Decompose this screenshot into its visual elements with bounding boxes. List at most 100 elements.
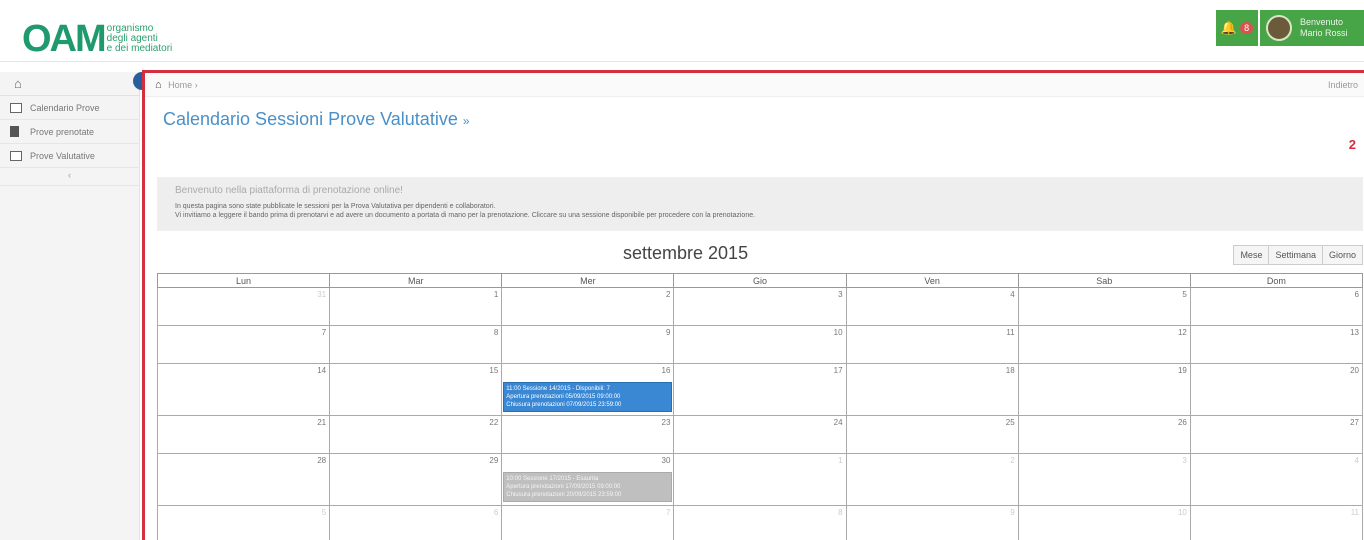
sidebar-item-prove-prenotate[interactable]: Prove prenotate bbox=[0, 120, 139, 144]
sidebar-item-prove-valutative[interactable]: Prove Valutative bbox=[0, 144, 139, 168]
calendar-day[interactable]: 2 bbox=[501, 287, 675, 326]
calendar-day[interactable]: 14 bbox=[156, 363, 331, 416]
sidebar-collapse-toggle[interactable]: ‹ bbox=[0, 168, 139, 186]
day-number: 2 bbox=[1010, 456, 1015, 465]
session-event-full[interactable]: 10:00 Sessione 17/2015 - Esaurita Apertu… bbox=[503, 472, 673, 502]
weekday-header: Lun bbox=[156, 273, 331, 288]
calendar-day[interactable]: 4 bbox=[1189, 453, 1364, 506]
weekday-row: Lun Mar Mer Gio Ven Sab Dom bbox=[156, 273, 1364, 288]
document-icon bbox=[10, 126, 19, 137]
event-line: 10:00 Sessione 17/2015 - Esaurita bbox=[506, 476, 599, 482]
calendar-day[interactable]: 1 bbox=[329, 287, 503, 326]
sidebar-item-label: Calendario Prove bbox=[30, 102, 100, 113]
welcome-alert: Benvenuto nella piattaforma di prenotazi… bbox=[157, 177, 1363, 231]
page-title-suffix: » bbox=[462, 114, 470, 128]
event-line: 11:00 Sessione 14/2015 - Disponibili: 7 bbox=[506, 386, 610, 392]
day-number: 4 bbox=[1354, 456, 1359, 465]
calendar-day[interactable]: 9 bbox=[845, 505, 1019, 540]
calendar-day[interactable]: 13 bbox=[1189, 325, 1364, 364]
day-number: 30 bbox=[661, 456, 671, 465]
calendar-day[interactable]: 5 bbox=[156, 505, 331, 540]
calendar-day[interactable]: 6 bbox=[1189, 287, 1364, 326]
calendar-day[interactable]: 31 bbox=[156, 287, 331, 326]
calendar-day[interactable]: 11 bbox=[1189, 505, 1364, 540]
sidebar-item-calendario-prove[interactable]: Calendario Prove bbox=[0, 96, 139, 120]
calendar-day[interactable]: 10 bbox=[673, 325, 847, 364]
calendar-day[interactable]: 11 bbox=[845, 325, 1019, 364]
logo-line-3: e dei mediatori bbox=[106, 43, 173, 54]
page-title: Calendario Sessioni Prove Valutative » bbox=[163, 109, 470, 130]
sidebar-item-label: Prove prenotate bbox=[30, 126, 95, 137]
logo-text: organismo degli agenti e dei mediatori bbox=[107, 24, 173, 54]
calendar-day[interactable]: 23 bbox=[501, 415, 675, 454]
weekday-header: Gio bbox=[673, 273, 847, 288]
calendar-day[interactable]: 29 bbox=[329, 453, 503, 506]
day-number: 29 bbox=[489, 456, 499, 465]
notifications-button[interactable]: 🔔 8 bbox=[1216, 10, 1258, 46]
calendar-day[interactable]: 30 10:00 Sessione 17/2015 - Esaurita Ape… bbox=[501, 453, 675, 506]
calendar-day[interactable]: 20 bbox=[1189, 363, 1364, 416]
page-title-text: Calendario Sessioni Prove Valutative bbox=[163, 109, 458, 129]
weekday-header: Mer bbox=[501, 273, 675, 288]
calendar-day[interactable]: 4 bbox=[845, 287, 1019, 326]
day-number: 18 bbox=[1005, 366, 1015, 375]
top-header: OAM organismo degli agenti e dei mediato… bbox=[0, 0, 1364, 62]
calendar-day[interactable]: 8 bbox=[673, 505, 847, 540]
calendar-icon bbox=[10, 102, 22, 113]
event-line: Apertura prenotazioni 17/09/2015 09:00:0… bbox=[506, 484, 621, 490]
breadcrumb: ⌂ Home › Indietro bbox=[145, 73, 1364, 97]
calendar-week: 21 22 23 24 25 26 27 bbox=[156, 415, 1364, 454]
calendar-day[interactable]: 12 bbox=[1017, 325, 1191, 364]
view-month-button[interactable]: Mese bbox=[1233, 245, 1270, 265]
view-day-button[interactable]: Giorno bbox=[1322, 245, 1363, 265]
calendar-week: 5 6 7 8 9 10 11 bbox=[156, 505, 1364, 540]
back-link[interactable]: Indietro bbox=[1328, 73, 1358, 97]
session-event-available[interactable]: 11:00 Sessione 14/2015 - Disponibili: 7 … bbox=[503, 382, 673, 412]
calendar-day[interactable]: 7 bbox=[501, 505, 675, 540]
calendar-day[interactable]: 21 bbox=[156, 415, 331, 454]
day-number: 14 bbox=[317, 366, 327, 375]
calendar-day[interactable]: 6 bbox=[329, 505, 503, 540]
user-menu[interactable]: Benvenuto Mario Rossi bbox=[1260, 10, 1364, 46]
weekday-header: Sab bbox=[1017, 273, 1191, 288]
calendar-day[interactable]: 27 bbox=[1189, 415, 1364, 454]
bell-icon: 🔔 bbox=[1220, 20, 1238, 35]
day-number: 17 bbox=[833, 366, 843, 375]
calendar-day[interactable]: 28 bbox=[156, 453, 331, 506]
calendar-week: 28 29 30 10:00 Sessione 17/2015 - Esauri… bbox=[156, 453, 1364, 506]
calendar-day[interactable]: 2 bbox=[845, 453, 1019, 506]
calendar-day[interactable]: 17 bbox=[673, 363, 847, 416]
calendar-day[interactable]: 15 bbox=[329, 363, 503, 416]
calendar-day[interactable]: 16 11:00 Sessione 14/2015 - Disponibili:… bbox=[501, 363, 675, 416]
calendar-day[interactable]: 19 bbox=[1017, 363, 1191, 416]
calendar-day[interactable]: 7 bbox=[156, 325, 331, 364]
calendar-day[interactable]: 22 bbox=[329, 415, 503, 454]
breadcrumb-home[interactable]: Home bbox=[168, 80, 192, 90]
calendar-icon bbox=[10, 150, 22, 161]
calendar-day[interactable]: 10 bbox=[1017, 505, 1191, 540]
calendar-day[interactable]: 25 bbox=[845, 415, 1019, 454]
status-badge: 2 bbox=[1348, 137, 1356, 152]
calendar-day[interactable]: 5 bbox=[1017, 287, 1191, 326]
calendar-day[interactable]: 18 bbox=[845, 363, 1019, 416]
view-week-button[interactable]: Settimana bbox=[1269, 245, 1323, 265]
calendar-grid: Lun Mar Mer Gio Ven Sab Dom 31 1 2 3 4 5… bbox=[156, 273, 1364, 540]
weekday-header: Mar bbox=[329, 273, 503, 288]
event-line: Chiusura prenotazioni 20/09/2015 23:59:0… bbox=[506, 492, 622, 498]
calendar-day[interactable]: 9 bbox=[501, 325, 675, 364]
calendar-day[interactable]: 26 bbox=[1017, 415, 1191, 454]
calendar-day[interactable]: 8 bbox=[329, 325, 503, 364]
oam-logo[interactable]: OAM organismo degli agenti e dei mediato… bbox=[22, 20, 172, 58]
calendar-day[interactable]: 1 bbox=[673, 453, 847, 506]
day-number: 28 bbox=[317, 456, 327, 465]
chevron-up-icon: ‹ bbox=[68, 170, 71, 180]
calendar-week: 7 8 9 10 11 12 13 bbox=[156, 325, 1364, 364]
day-number: 1 bbox=[838, 456, 843, 465]
sidebar-home[interactable]: ⌂ bbox=[0, 72, 139, 96]
alert-title: Benvenuto nella piattaforma di prenotazi… bbox=[175, 185, 403, 196]
calendar-day[interactable]: 24 bbox=[673, 415, 847, 454]
calendar-day[interactable]: 3 bbox=[673, 287, 847, 326]
home-icon[interactable]: ⌂ bbox=[155, 79, 162, 91]
user-greeting: Benvenuto bbox=[1300, 17, 1344, 27]
calendar-day[interactable]: 3 bbox=[1017, 453, 1191, 506]
